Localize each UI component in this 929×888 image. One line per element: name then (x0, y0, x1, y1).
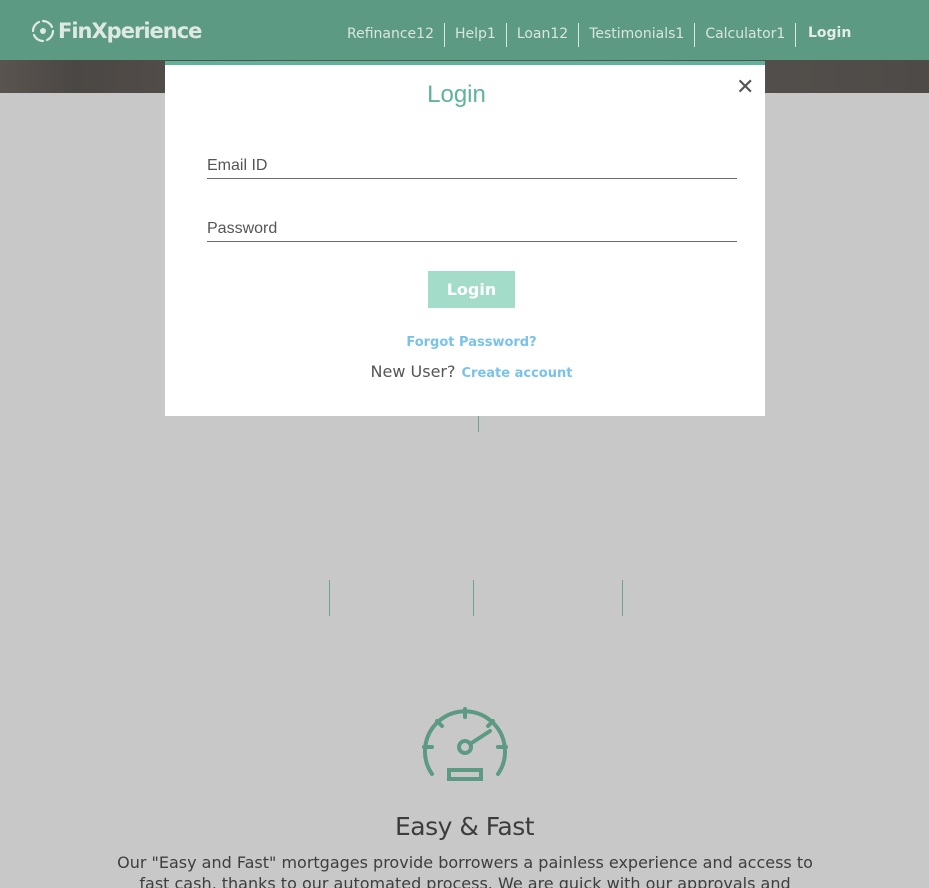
divider-line (329, 580, 330, 616)
site-header: FinXperience Refinance12 Help1 Loan12 Te… (0, 0, 929, 60)
divider-line (478, 416, 479, 432)
login-modal: Login ✕ Login Forgot Password? New User?… (165, 61, 765, 416)
login-submit-button[interactable]: Login (428, 271, 515, 308)
feature-title: Easy & Fast (394, 812, 535, 841)
nav-calculator[interactable]: Calculator1 (695, 23, 797, 47)
password-field[interactable] (207, 216, 737, 242)
create-account-link[interactable]: Create account (462, 366, 573, 381)
new-user-row: New User? Create account (165, 362, 778, 381)
nav-testimonials[interactable]: Testimonials1 (579, 23, 696, 47)
brand-name: FinXperience (58, 19, 202, 43)
speedometer-icon (422, 707, 508, 781)
header-login-link[interactable]: Login (808, 25, 851, 41)
brand-logo[interactable]: FinXperience (30, 16, 202, 46)
email-field[interactable] (207, 153, 737, 179)
main-nav: Refinance12 Help1 Loan12 Testimonials1 C… (337, 22, 797, 48)
logo-icon (31, 19, 55, 43)
new-user-label: New User? (370, 362, 456, 381)
close-icon[interactable]: ✕ (736, 77, 754, 99)
divider-line (473, 580, 474, 616)
nav-loan[interactable]: Loan12 (507, 23, 580, 47)
modal-title: Login (427, 81, 486, 108)
feature-description: Our "Easy and Fast" mortgages provide bo… (117, 853, 813, 888)
nav-help[interactable]: Help1 (445, 23, 507, 47)
forgot-password-link[interactable]: Forgot Password? (165, 335, 778, 350)
divider-line (622, 580, 623, 616)
nav-refinance[interactable]: Refinance12 (337, 23, 445, 47)
